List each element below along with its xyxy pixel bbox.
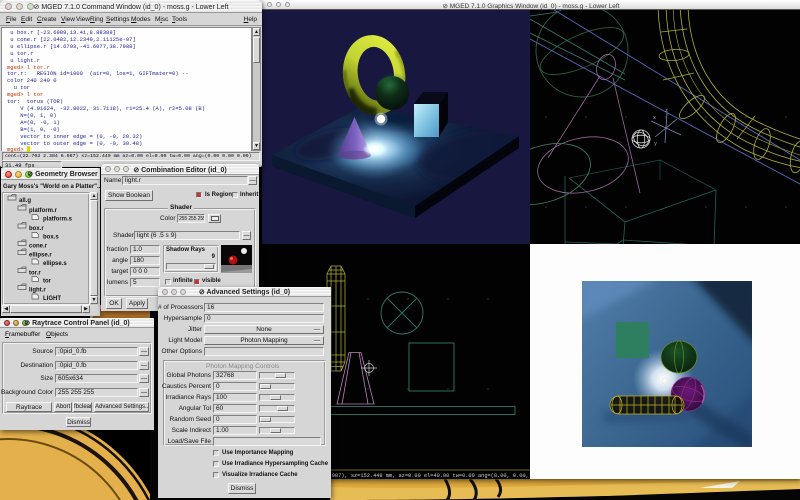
svg-text:tor.r: tor.r	[29, 271, 41, 277]
svg-text:platform.s: platform.s	[43, 217, 73, 223]
svg-text:light.r: light.r	[29, 288, 46, 294]
svg-text:LIGHT: LIGHT	[43, 296, 61, 302]
svg-text:box.s: box.s	[43, 235, 59, 241]
svg-text:z: z	[665, 108, 668, 114]
svg-text:x: x	[653, 115, 656, 121]
svg-text:platform.r: platform.r	[29, 208, 58, 214]
svg-text:ellipse.r: ellipse.r	[29, 253, 52, 259]
svg-text:cone.r: cone.r	[29, 244, 48, 250]
svg-text:box.r: box.r	[29, 226, 44, 232]
svg-text:ellipse.s: ellipse.s	[43, 261, 67, 267]
svg-text:tor: tor	[43, 279, 52, 285]
svg-text:y: y	[654, 141, 657, 147]
svg-text:all.g: all.g	[19, 198, 31, 204]
